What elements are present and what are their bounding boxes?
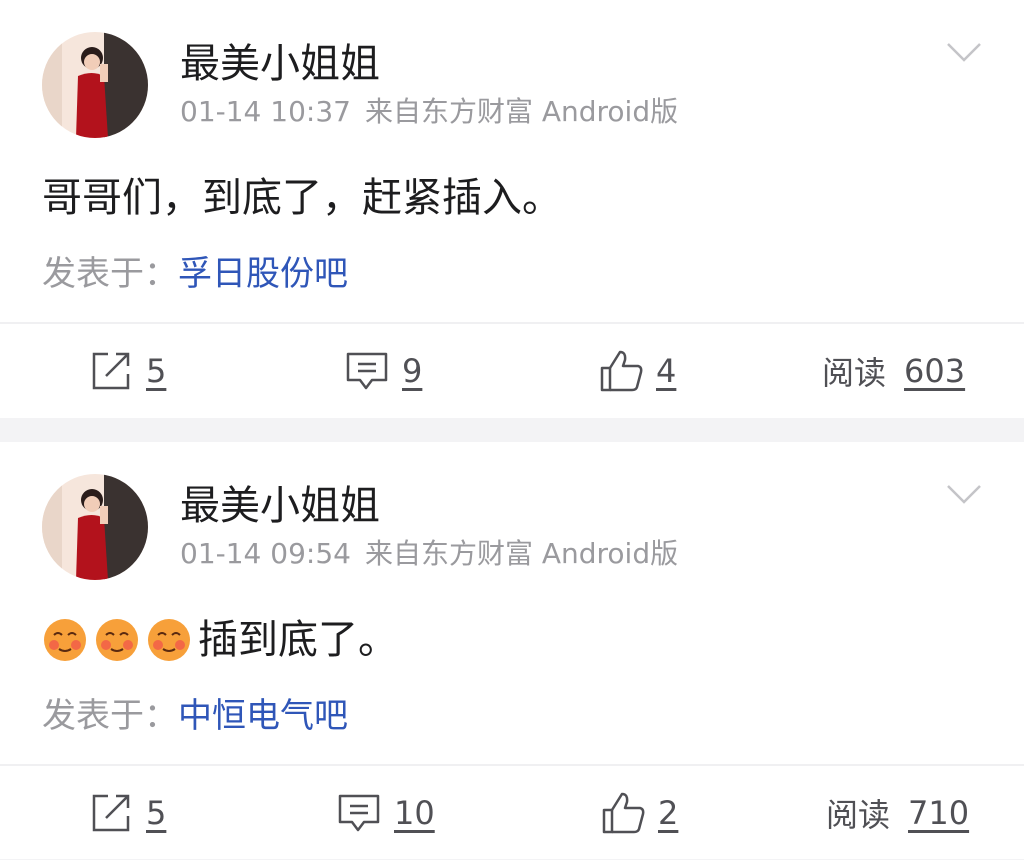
comment-count: 10 (394, 794, 435, 832)
avatar[interactable] (42, 474, 148, 580)
blush-emoji (96, 619, 138, 661)
share-icon (92, 794, 130, 832)
like-count: 2 (658, 794, 679, 832)
avatar[interactable] (42, 32, 148, 138)
like-button[interactable]: 4 (598, 346, 676, 396)
post-text: 哥哥们，到底了，赶紧插入。 (42, 175, 562, 221)
posted-in-label: 发表于： (42, 254, 178, 294)
blush-emoji (44, 619, 86, 661)
forum-link[interactable]: 孚日股份吧 (178, 254, 348, 294)
comment-icon (338, 794, 380, 832)
posted-in: 发表于：孚日股份吧 (42, 250, 348, 298)
action-bar: 5 10 2 阅读 710 (0, 766, 1024, 860)
post-text: 插到底了。 (198, 617, 398, 663)
share-count: 5 (146, 794, 167, 832)
read-count: 710 (908, 794, 970, 832)
author-name[interactable]: 最美小姐姐 (180, 480, 380, 532)
share-button[interactable]: 5 (88, 346, 166, 396)
post-date: 01-14 09:54 (180, 537, 351, 570)
post-meta: 01-14 10:37 来自东方财富 Android版 (180, 92, 678, 132)
read-label: 阅读 (826, 796, 891, 834)
comment-count: 9 (402, 352, 423, 390)
action-bar: 5 9 4 阅读 603 (0, 324, 1024, 418)
posted-in-label: 发表于： (42, 696, 178, 736)
like-count: 4 (656, 352, 677, 390)
read-stat: 阅读 603 (822, 346, 965, 396)
share-count: 5 (146, 352, 167, 390)
comment-button[interactable]: 10 (336, 788, 435, 838)
post-meta: 01-14 09:54 来自东方财富 Android版 (180, 534, 678, 574)
post-date: 01-14 10:37 (180, 95, 351, 128)
chevron-down-icon[interactable] (946, 482, 982, 506)
comment-button[interactable]: 9 (344, 346, 422, 396)
source-client: 来自东方财富 Android版 (364, 537, 679, 570)
thumbs-up-icon (600, 350, 643, 392)
read-label: 阅读 (822, 354, 887, 392)
post-content[interactable]: 哥哥们，到底了，赶紧插入。 (42, 168, 562, 228)
read-stat: 阅读 710 (826, 788, 969, 838)
post-content[interactable]: 插到底了。 (42, 610, 398, 670)
blush-emoji (148, 619, 190, 661)
share-button[interactable]: 5 (88, 788, 166, 838)
share-icon (92, 352, 130, 390)
like-button[interactable]: 2 (600, 788, 678, 838)
forum-link[interactable]: 中恒电气吧 (178, 696, 348, 736)
thumbs-up-icon (602, 792, 645, 834)
comment-icon (346, 352, 388, 390)
chevron-down-icon[interactable] (946, 40, 982, 64)
source-client: 来自东方财富 Android版 (364, 95, 679, 128)
author-name[interactable]: 最美小姐姐 (180, 38, 380, 90)
post-card[interactable]: 最美小姐姐 01-14 09:54 来自东方财富 Android版 插到底了。 … (0, 442, 1024, 859)
read-count: 603 (904, 352, 966, 390)
post-card[interactable]: 最美小姐姐 01-14 10:37 来自东方财富 Android版 哥哥们，到底了… (0, 0, 1024, 418)
posted-in: 发表于：中恒电气吧 (42, 692, 348, 740)
